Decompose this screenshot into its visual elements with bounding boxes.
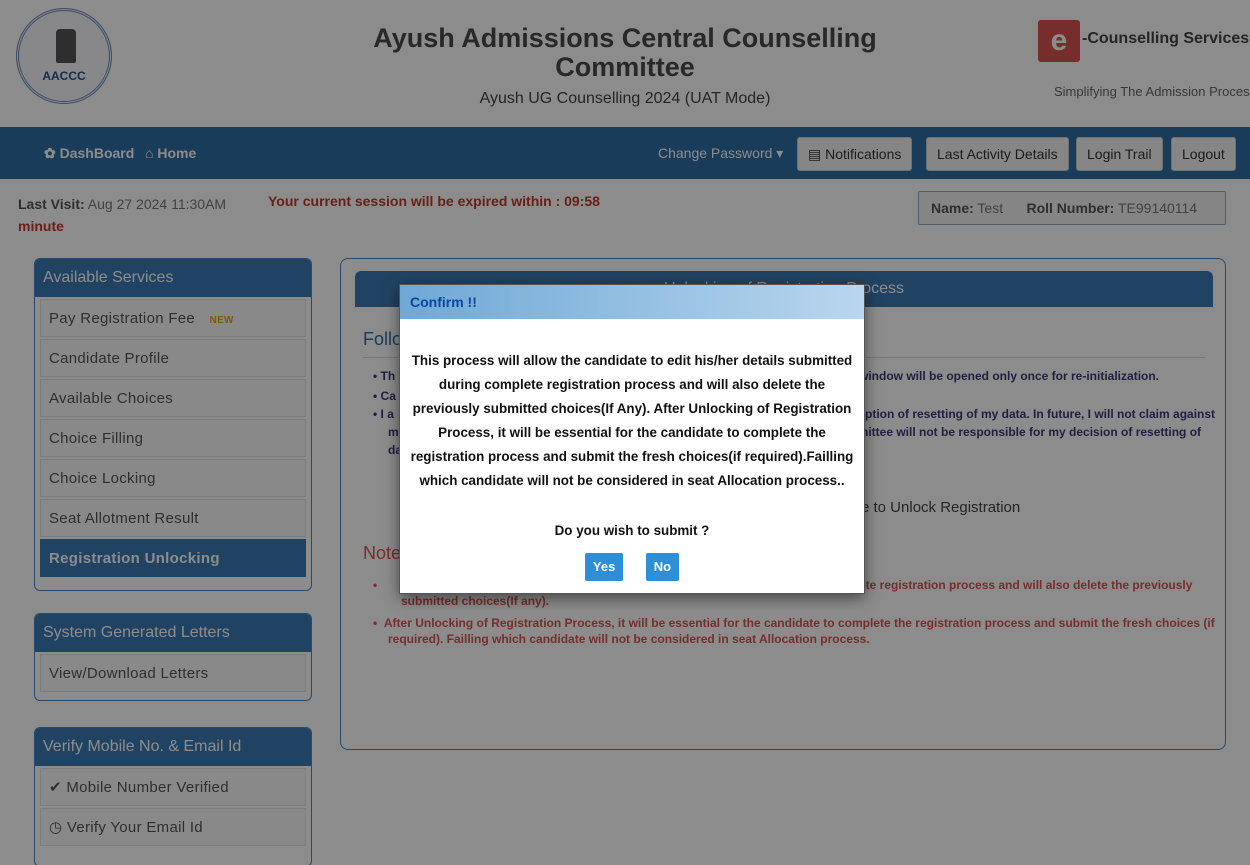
no-button[interactable]: No	[645, 553, 680, 581]
yes-button[interactable]: Yes	[584, 553, 624, 581]
confirm-dialog-buttons: Yes No	[400, 553, 864, 581]
confirm-dialog-question: Do you wish to submit ?	[554, 523, 710, 538]
confirm-dialog-title: Confirm !!	[400, 285, 864, 319]
confirm-dialog: Confirm !! This process will allow the c…	[399, 284, 865, 594]
confirm-dialog-body: This process will allow the candidate to…	[400, 319, 864, 543]
confirm-dialog-message: This process will allow the candidate to…	[410, 353, 854, 488]
